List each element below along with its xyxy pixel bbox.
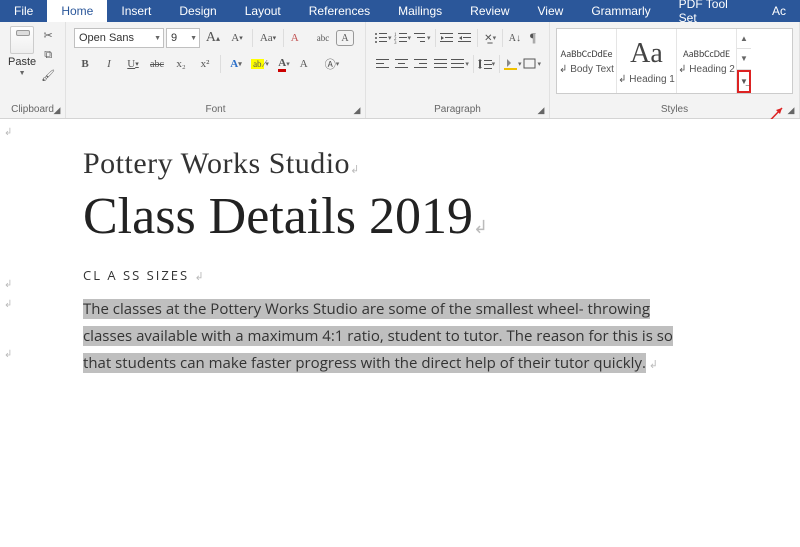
tab-home[interactable]: Home bbox=[47, 0, 107, 22]
show-marks-button[interactable]: ¶ bbox=[525, 28, 541, 48]
strikethrough-button[interactable]: abc bbox=[146, 54, 168, 74]
increase-indent-button[interactable] bbox=[457, 28, 473, 48]
shading-button[interactable]: ▾ bbox=[504, 54, 522, 74]
tab-references[interactable]: References bbox=[295, 0, 384, 22]
grow-font-button[interactable]: A▴ bbox=[202, 28, 224, 48]
paragraph-mark: ↲ bbox=[4, 299, 12, 310]
paragraph-mark: ↲ bbox=[4, 127, 12, 138]
enclose-chars-button[interactable]: A bbox=[336, 30, 354, 46]
font-size-combo[interactable]: 9▼ bbox=[166, 28, 200, 48]
tab-acrobat[interactable]: Ac bbox=[758, 0, 800, 22]
align-left-button[interactable] bbox=[374, 54, 391, 74]
char-shading-button[interactable]: A⃞ bbox=[297, 54, 319, 74]
document-area[interactable]: ↲ ↲ ↲ ↲ Pottery Works Studio↲ Class Deta… bbox=[0, 119, 800, 547]
bullets-button[interactable]: ▾ bbox=[374, 28, 392, 48]
asian-layout-button[interactable]: ✕̲▾ bbox=[482, 28, 498, 48]
shrink-font-button[interactable]: A▾ bbox=[226, 28, 248, 48]
style-body-text[interactable]: AaBbCcDdEe ↲ Body Text bbox=[557, 29, 617, 93]
numbering-button[interactable]: 123▾ bbox=[394, 28, 412, 48]
borders-button[interactable]: ▾ bbox=[523, 54, 541, 74]
align-right-button[interactable] bbox=[413, 54, 430, 74]
font-dialog-launcher[interactable]: ◢ bbox=[351, 104, 363, 116]
distributed-button[interactable]: ▾ bbox=[451, 54, 469, 74]
multilevel-list-button[interactable]: ▾ bbox=[413, 28, 431, 48]
tab-insert[interactable]: Insert bbox=[107, 0, 165, 22]
styles-gallery: AaBbCcDdEe ↲ Body Text Aa ↲ Heading 1 Aa… bbox=[556, 28, 793, 94]
styles-expand-button[interactable]: ▼̲ bbox=[737, 70, 751, 93]
tab-view[interactable]: View bbox=[524, 0, 578, 22]
clipboard-icon bbox=[10, 26, 34, 54]
paragraph-mark: ↲ bbox=[4, 349, 12, 360]
underline-button[interactable]: U▾ bbox=[122, 54, 144, 74]
doc-subtitle[interactable]: Pottery Works Studio↲ bbox=[83, 147, 690, 181]
clear-formatting-button[interactable]: A⃠ bbox=[288, 28, 310, 48]
clipboard-dialog-launcher[interactable]: ◢ bbox=[51, 104, 63, 116]
svg-text:3: 3 bbox=[394, 41, 397, 44]
tab-design[interactable]: Design bbox=[165, 0, 230, 22]
tab-mailings[interactable]: Mailings bbox=[384, 0, 456, 22]
style-heading-1[interactable]: Aa ↲ Heading 1 bbox=[617, 29, 677, 93]
phonetic-guide-button[interactable]: abc bbox=[312, 28, 334, 48]
subscript-button[interactable]: x₂ bbox=[170, 54, 192, 74]
tab-grammarly[interactable]: Grammarly bbox=[577, 0, 664, 22]
ribbon: Paste ▼ ✂ ⧉ 🖌 Clipboard ◢ Open Sans▼ 9▼ … bbox=[0, 22, 800, 119]
text-effects-button[interactable]: A▾ bbox=[225, 54, 247, 74]
group-styles: AaBbCcDdEe ↲ Body Text Aa ↲ Heading 1 Aa… bbox=[550, 22, 800, 118]
styles-dialog-launcher[interactable]: ◢ bbox=[785, 104, 797, 116]
paste-label: Paste bbox=[8, 56, 36, 68]
font-color-button[interactable]: A▾ bbox=[273, 54, 295, 74]
justify-button[interactable] bbox=[432, 54, 449, 74]
line-spacing-button[interactable]: ▾ bbox=[478, 54, 496, 74]
tab-file[interactable]: File bbox=[0, 0, 47, 22]
bold-button[interactable]: B bbox=[74, 54, 96, 74]
group-paragraph: ▾ 123▾ ▾ ✕̲▾ A↓ ¶ ▾ ▾ ▾ bbox=[366, 22, 550, 118]
font-name-combo[interactable]: Open Sans▼ bbox=[74, 28, 164, 48]
copy-button[interactable]: ⧉ bbox=[40, 47, 56, 63]
styles-scroll-up[interactable]: ▲ bbox=[737, 29, 751, 49]
tab-review[interactable]: Review bbox=[456, 0, 523, 22]
tab-pdftoolset[interactable]: PDF Tool Set bbox=[665, 0, 758, 22]
superscript-button[interactable]: x² bbox=[194, 54, 216, 74]
cut-button[interactable]: ✂ bbox=[40, 27, 56, 43]
styles-scroll-down[interactable]: ▼ bbox=[737, 49, 751, 69]
paste-button[interactable]: Paste ▼ bbox=[4, 24, 40, 77]
doc-paragraph[interactable]: The classes at the Pottery Works Studio … bbox=[83, 296, 690, 377]
group-font: Open Sans▼ 9▼ A▴ A▾ Aa▾ A⃠ abc A B I U▾ … bbox=[66, 22, 366, 118]
group-paragraph-label: Paragraph bbox=[370, 102, 545, 118]
tab-layout[interactable]: Layout bbox=[231, 0, 295, 22]
sort-button[interactable]: A↓ bbox=[507, 28, 523, 48]
paragraph-mark: ↲ bbox=[4, 279, 12, 290]
change-case-button[interactable]: Aa▾ bbox=[257, 28, 279, 48]
group-styles-label: Styles bbox=[554, 102, 795, 118]
paragraph-dialog-launcher[interactable]: ◢ bbox=[535, 104, 547, 116]
page: Pottery Works Studio↲ Class Details 2019… bbox=[0, 119, 700, 547]
ribbon-tabs: File Home Insert Design Layout Reference… bbox=[0, 0, 800, 22]
align-center-button[interactable] bbox=[393, 54, 410, 74]
format-painter-button[interactable]: 🖌 bbox=[40, 67, 56, 83]
doc-heading[interactable]: CL A SS SIZES ↲ bbox=[83, 266, 690, 284]
group-font-label: Font bbox=[70, 102, 361, 118]
decrease-indent-button[interactable] bbox=[439, 28, 455, 48]
highlight-button[interactable]: ab⁄▾ bbox=[249, 54, 271, 74]
italic-button[interactable]: I bbox=[98, 54, 120, 74]
group-clipboard: Paste ▼ ✂ ⧉ 🖌 Clipboard ◢ bbox=[0, 22, 66, 118]
style-heading-2[interactable]: AaBbCcDdE ↲ Heading 2 bbox=[677, 29, 737, 93]
font-name-value: Open Sans bbox=[79, 32, 134, 44]
char-border-button[interactable]: Ⓐ▾ bbox=[321, 54, 343, 74]
font-size-value: 9 bbox=[171, 32, 177, 44]
doc-title[interactable]: Class Details 2019↲ bbox=[83, 187, 690, 246]
